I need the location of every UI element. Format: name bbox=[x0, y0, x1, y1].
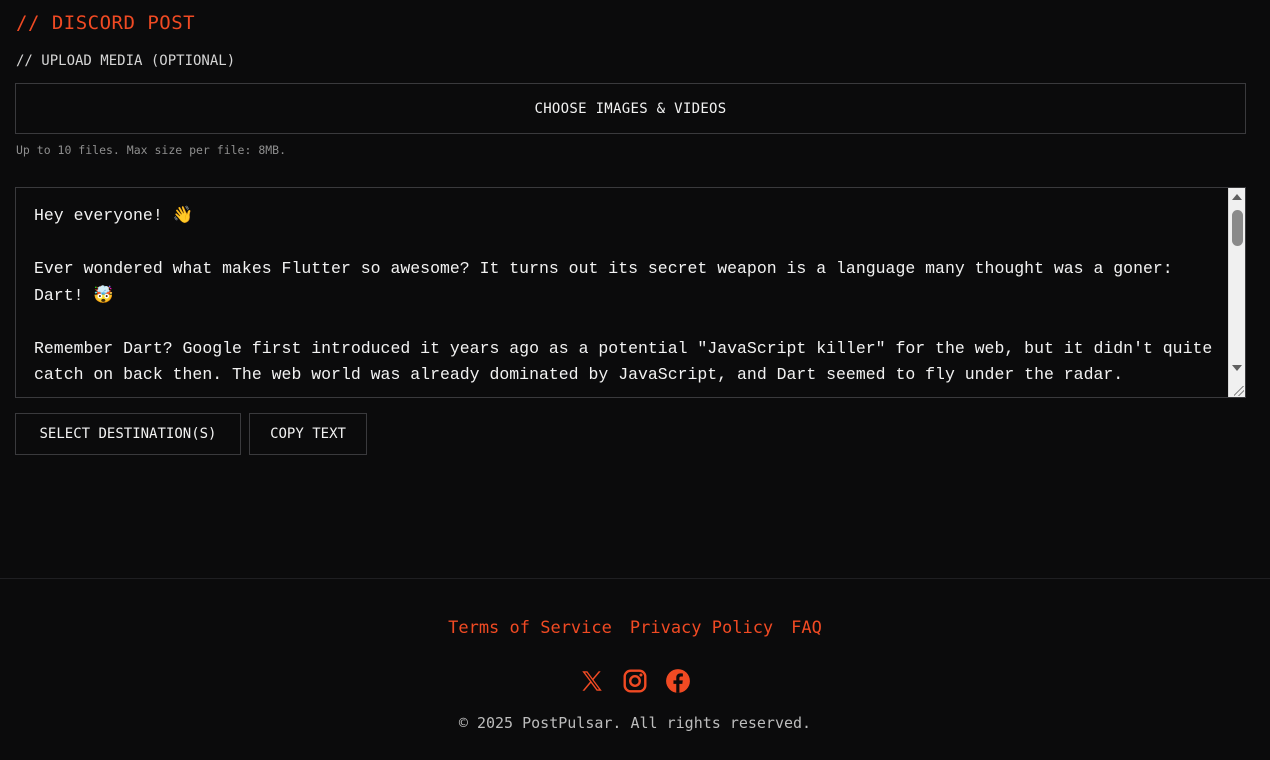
upload-media-label: // UPLOAD MEDIA (OPTIONAL) bbox=[16, 53, 236, 69]
upload-hint: Up to 10 files. Max size per file: 8MB. bbox=[16, 143, 287, 157]
footer-divider bbox=[0, 578, 1270, 579]
textarea-scrollbar[interactable] bbox=[1228, 188, 1245, 397]
faq-link[interactable]: FAQ bbox=[791, 618, 822, 638]
x-icon[interactable] bbox=[579, 668, 605, 694]
select-destination-button[interactable]: SELECT DESTINATION(S) bbox=[15, 413, 241, 455]
instagram-icon[interactable] bbox=[622, 668, 648, 694]
page-title: // DISCORD POST bbox=[16, 12, 196, 34]
choose-media-button[interactable]: CHOOSE IMAGES & VIDEOS bbox=[15, 83, 1246, 134]
copyright-text: © 2025 PostPulsar. All rights reserved. bbox=[458, 714, 812, 732]
terms-link[interactable]: Terms of Service bbox=[448, 618, 612, 638]
facebook-icon[interactable] bbox=[665, 668, 691, 694]
post-textarea[interactable]: Hey everyone! 👋 Ever wondered what makes… bbox=[15, 187, 1246, 398]
post-text[interactable]: Hey everyone! 👋 Ever wondered what makes… bbox=[34, 203, 1214, 389]
social-links bbox=[0, 668, 1270, 694]
resize-handle-icon[interactable] bbox=[1234, 386, 1244, 396]
scroll-thumb[interactable] bbox=[1232, 210, 1243, 246]
scroll-up-arrow-icon[interactable] bbox=[1232, 194, 1242, 200]
scroll-down-arrow-icon[interactable] bbox=[1232, 365, 1242, 371]
footer-links: Terms of Service Privacy Policy FAQ bbox=[0, 618, 1270, 638]
privacy-link[interactable]: Privacy Policy bbox=[630, 618, 773, 638]
discord-post-page: // DISCORD POST // UPLOAD MEDIA (OPTIONA… bbox=[0, 0, 1270, 760]
copy-text-button[interactable]: COPY TEXT bbox=[249, 413, 367, 455]
